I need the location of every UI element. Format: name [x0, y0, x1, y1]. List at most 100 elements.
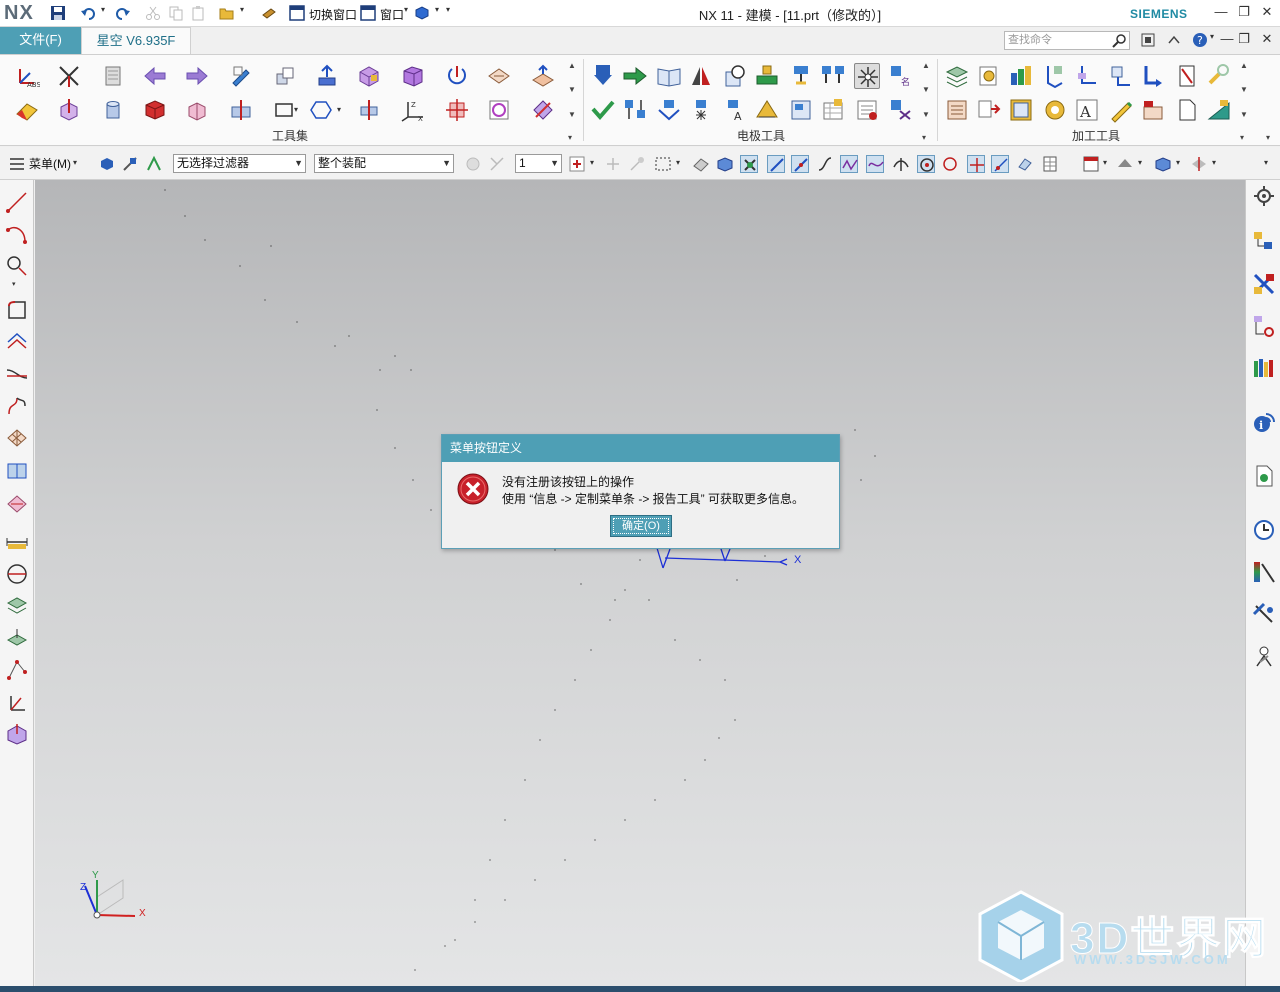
tool-path-icon[interactable]	[1074, 63, 1100, 89]
redo-icon[interactable]	[115, 5, 131, 21]
electrode-pair-icon[interactable]	[622, 97, 648, 123]
snap-bisector-icon[interactable]	[991, 155, 1009, 173]
stock-block-icon[interactable]	[1140, 97, 1166, 123]
ruled-surface-icon[interactable]	[5, 458, 29, 482]
measure-circle-icon[interactable]	[5, 562, 29, 586]
offset-surface-icon[interactable]	[530, 63, 556, 89]
multi-electrode-icon[interactable]	[820, 63, 846, 89]
circle-icon[interactable]	[5, 254, 29, 278]
document-red-icon[interactable]	[1174, 63, 1200, 89]
edit-section-dropdown-icon[interactable]: ▾	[1212, 158, 1220, 176]
snap-center-icon[interactable]	[917, 155, 935, 173]
touch-mode-icon[interactable]	[261, 5, 277, 21]
snap-endpoint-icon[interactable]	[740, 155, 758, 173]
wcs-orient-icon[interactable]	[56, 63, 82, 89]
electrode-spark-icon[interactable]	[688, 97, 714, 123]
dialog-title[interactable]: 菜单按钮定义	[442, 435, 839, 462]
electrode-holder-icon[interactable]	[754, 63, 780, 89]
group2-scroll-up-icon[interactable]: ▲	[922, 61, 930, 70]
snap-faded-2-icon[interactable]	[628, 155, 646, 173]
switch-window-label[interactable]: 切换窗口	[309, 6, 357, 23]
select-faded-1-icon[interactable]	[464, 155, 482, 173]
trim-curve-icon[interactable]	[5, 362, 29, 386]
abs-coordinate-icon[interactable]: ABS	[14, 63, 40, 89]
render-style-icon[interactable]	[1116, 155, 1134, 173]
line-icon[interactable]	[5, 190, 29, 214]
layer-stack-icon[interactable]	[5, 594, 29, 618]
swept-surface-icon[interactable]	[5, 490, 29, 514]
select-faded-2-icon[interactable]	[488, 155, 506, 173]
snap-dropdown-icon[interactable]: ▾	[590, 158, 598, 176]
eraser-icon[interactable]	[14, 97, 40, 123]
rectangle-select-dropdown-icon[interactable]: ▾	[676, 158, 684, 176]
close-button[interactable]: ✕	[1258, 4, 1276, 22]
extrude-icon[interactable]	[356, 97, 382, 123]
group1-scroll-up-icon[interactable]: ▲	[568, 61, 576, 70]
layer-select[interactable]: 1 ▼	[515, 154, 562, 173]
electrode-export-icon[interactable]	[888, 97, 914, 123]
electrode-ok-icon[interactable]	[590, 97, 616, 123]
text-annotation-icon[interactable]: A	[1074, 97, 1100, 123]
undo-icon[interactable]	[80, 5, 96, 21]
snap-spline-icon[interactable]	[840, 155, 858, 173]
move-face-icon[interactable]	[272, 63, 298, 89]
green-wedge-icon[interactable]	[1206, 97, 1232, 123]
reuse-library-icon[interactable]	[1252, 356, 1276, 380]
save-icon[interactable]	[50, 5, 66, 21]
assembly-navigator-icon[interactable]	[1252, 230, 1276, 254]
ok-button[interactable]: 确定(O)	[610, 515, 672, 537]
polygon-dropdown-icon[interactable]: ▾	[337, 105, 347, 117]
snap-curve-icon[interactable]	[816, 155, 834, 173]
group3-scroll-down-icon[interactable]: ▼	[1240, 85, 1248, 94]
selection-scope-select[interactable]: 整个装配 ▼	[314, 154, 454, 173]
cube-view-icon[interactable]	[716, 155, 734, 173]
cylinder-icon[interactable]	[100, 97, 126, 123]
csys-icon[interactable]: ZX	[400, 97, 426, 123]
web-browser-icon[interactable]: i	[1252, 410, 1276, 434]
snap-line-icon[interactable]	[767, 155, 785, 173]
electrode-list-icon[interactable]	[854, 97, 880, 123]
group3-scroll-up-icon[interactable]: ▲	[1240, 61, 1248, 70]
doc-minimize-button[interactable]: —	[1218, 31, 1236, 49]
points-set-icon[interactable]	[5, 658, 29, 682]
cut-icon[interactable]	[145, 5, 161, 21]
tool-move-icon[interactable]	[1140, 63, 1166, 89]
subtract-icon[interactable]	[228, 97, 254, 123]
select-body-icon[interactable]	[98, 155, 116, 173]
help-icon[interactable]: ?	[1192, 32, 1208, 48]
system-materials-icon[interactable]	[1252, 560, 1276, 584]
electrode-sheet-icon[interactable]	[788, 97, 814, 123]
graphics-window[interactable]: X X Y Z	[35, 180, 1245, 986]
extrude-up-icon[interactable]	[314, 63, 340, 89]
drill-icon[interactable]	[1042, 63, 1068, 89]
open-folder-icon[interactable]	[219, 5, 235, 21]
select-edge-icon[interactable]	[145, 155, 163, 173]
menu-button[interactable]: 菜单(M)	[29, 155, 71, 172]
snap-grid-icon[interactable]	[1041, 155, 1059, 173]
pink-solid-icon[interactable]	[184, 97, 210, 123]
copy-icon[interactable]	[168, 5, 184, 21]
model-icon[interactable]	[414, 5, 430, 21]
window-dropdown-icon[interactable]: ▾	[404, 5, 412, 21]
group1-more-icon[interactable]: ▼	[568, 110, 576, 119]
stack-layers-icon[interactable]	[944, 63, 970, 89]
doc-close-button[interactable]: ✕	[1258, 31, 1276, 49]
electrode-arrow-icon[interactable]	[656, 97, 682, 123]
model-dropdown-icon[interactable]: ▾	[435, 5, 443, 21]
selection-bar-options-icon[interactable]: ▾	[1264, 158, 1272, 176]
snap-midpoint-icon[interactable]	[791, 155, 809, 173]
snap-face-icon[interactable]	[1016, 155, 1034, 173]
pencil-icon[interactable]	[1108, 97, 1134, 123]
box-purple-icon[interactable]	[356, 63, 382, 89]
curve-dropdown-icon[interactable]: ▾	[12, 280, 36, 290]
tool-library-icon[interactable]	[1042, 97, 1068, 123]
view-orient-icon[interactable]	[1082, 155, 1100, 173]
red-block-icon[interactable]	[142, 97, 168, 123]
restore-button[interactable]: ❐	[1235, 4, 1253, 22]
help-dropdown-icon[interactable]: ▾	[1210, 32, 1218, 48]
pen-edit-icon[interactable]	[228, 63, 254, 89]
offset-curve-icon[interactable]	[5, 330, 29, 354]
electrode-table-icon[interactable]	[820, 97, 846, 123]
view-orient-dropdown-icon[interactable]: ▾	[1103, 158, 1111, 176]
minimize-button[interactable]: —	[1212, 4, 1230, 22]
